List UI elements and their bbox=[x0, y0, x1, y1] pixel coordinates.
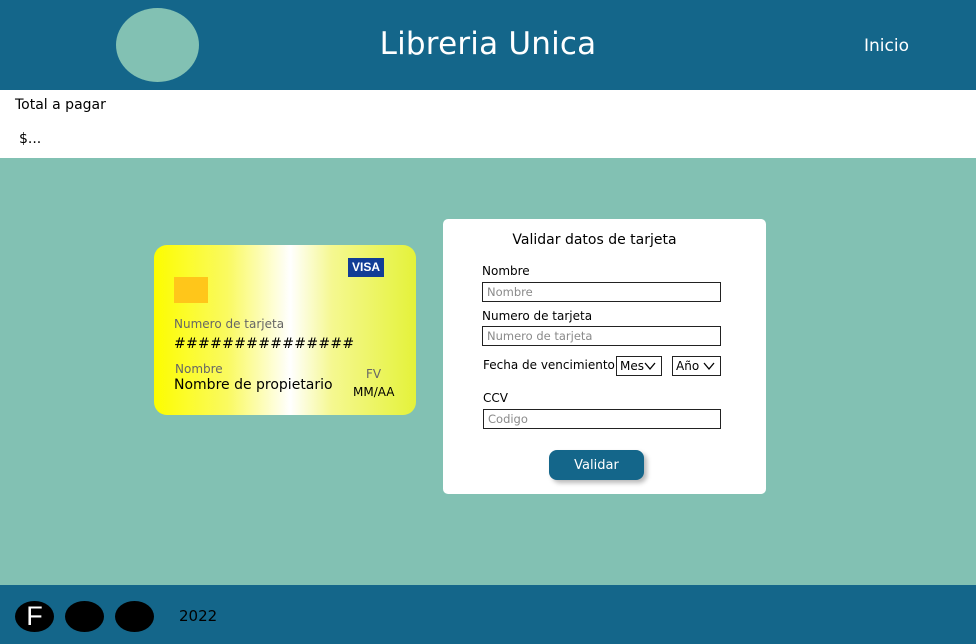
credit-card-preview: VISA Numero de tarjeta ############### N… bbox=[154, 245, 416, 415]
card-expiry-label: FV bbox=[366, 367, 382, 381]
name-label: Nombre bbox=[482, 264, 530, 278]
year-select-value: Año bbox=[676, 359, 700, 373]
validate-button[interactable]: Validar bbox=[549, 450, 644, 480]
card-validation-form: Validar datos de tarjeta Nombre Numero d… bbox=[443, 219, 766, 494]
total-amount: $... bbox=[19, 131, 42, 147]
visa-logo: VISA bbox=[348, 258, 384, 277]
chevron-down-icon bbox=[644, 362, 656, 371]
social-icon[interactable] bbox=[65, 601, 104, 632]
total-bar: Total a pagar $... bbox=[0, 90, 976, 158]
social-icon[interactable] bbox=[115, 601, 154, 632]
expiry-date-label: Fecha de vencimiento bbox=[483, 358, 615, 372]
site-title: Libreria Unica bbox=[379, 26, 597, 62]
footer-year: 2022 bbox=[179, 607, 218, 625]
month-select[interactable]: Mes bbox=[616, 356, 662, 376]
month-select-value: Mes bbox=[620, 359, 644, 373]
card-number-input[interactable] bbox=[482, 326, 721, 346]
card-number-field-label: Numero de tarjeta bbox=[482, 309, 593, 323]
chevron-down-icon bbox=[703, 362, 715, 371]
year-select[interactable]: Año bbox=[672, 356, 721, 376]
card-holder-name: Nombre de propietario bbox=[174, 377, 333, 393]
form-title: Validar datos de tarjeta bbox=[512, 232, 677, 248]
total-label: Total a pagar bbox=[15, 97, 106, 113]
ccv-input[interactable] bbox=[483, 409, 721, 429]
card-number: ############### bbox=[174, 336, 355, 352]
name-input[interactable] bbox=[482, 282, 721, 302]
header: Libreria Unica Inicio bbox=[0, 0, 976, 90]
card-number-label: Numero de tarjeta bbox=[174, 317, 285, 331]
nav-home-link[interactable]: Inicio bbox=[864, 36, 909, 56]
footer: F 2022 bbox=[0, 585, 976, 644]
card-name-label: Nombre bbox=[175, 362, 223, 376]
chip-icon bbox=[174, 277, 208, 303]
ccv-label: CCV bbox=[483, 391, 508, 405]
facebook-icon[interactable]: F bbox=[15, 601, 54, 632]
card-expiry: MM/AA bbox=[353, 385, 395, 399]
